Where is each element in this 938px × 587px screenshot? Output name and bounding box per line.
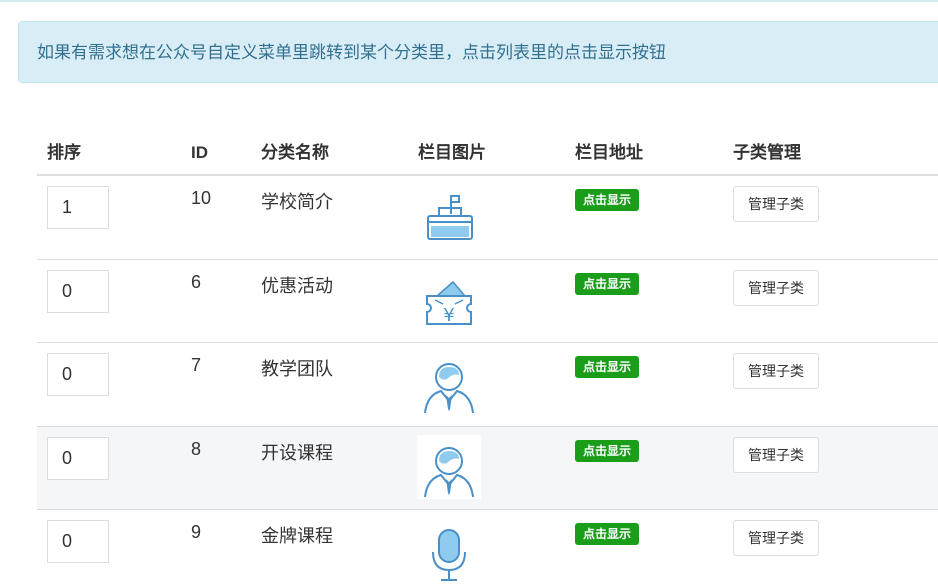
- svg-text:¥: ¥: [443, 305, 454, 326]
- table-row: 7 教学团队 点击显示 管理子类: [37, 342, 938, 425]
- order-input[interactable]: [47, 186, 109, 229]
- column-header-order: 排序: [47, 143, 81, 162]
- manage-subcategory-button[interactable]: 管理子类: [733, 270, 819, 306]
- show-url-button[interactable]: 点击显示: [575, 189, 640, 211]
- row-id: 7: [191, 355, 202, 375]
- order-input[interactable]: [47, 353, 109, 396]
- row-id: 6: [191, 272, 202, 292]
- top-divider: [0, 0, 938, 2]
- show-url-button[interactable]: 点击显示: [575, 440, 640, 462]
- manage-subcategory-button[interactable]: 管理子类: [733, 186, 819, 222]
- row-name: 优惠活动: [261, 276, 333, 296]
- row-id: 8: [191, 439, 202, 459]
- manage-subcategory-button[interactable]: 管理子类: [733, 353, 819, 389]
- coupon-ticket-icon: ¥: [417, 268, 481, 332]
- show-url-button[interactable]: 点击显示: [575, 356, 640, 378]
- row-id: 9: [191, 522, 202, 542]
- teacher-person-icon: [417, 351, 481, 415]
- row-name: 教学团队: [261, 359, 333, 379]
- manage-subcategory-button[interactable]: 管理子类: [733, 437, 819, 473]
- row-name: 开设课程: [261, 443, 333, 463]
- row-id: 10: [191, 188, 212, 208]
- notice-text: 如果有需求想在公众号自定义菜单里跳转到某个分类里，点击列表里的点击显示按钮: [37, 43, 666, 62]
- microphone-icon: [417, 518, 481, 582]
- manage-subcategory-button[interactable]: 管理子类: [733, 520, 819, 556]
- order-input[interactable]: [47, 270, 109, 313]
- column-header-name: 分类名称: [261, 143, 329, 162]
- order-input[interactable]: [47, 520, 109, 563]
- table-row: 8 开设课程 点击显示 管理子类: [37, 426, 938, 509]
- school-building-icon: [417, 184, 481, 248]
- column-header-image: 栏目图片: [418, 143, 486, 162]
- row-name: 金牌课程: [261, 526, 333, 546]
- order-input[interactable]: [47, 437, 109, 480]
- info-notice: 如果有需求想在公众号自定义菜单里跳转到某个分类里，点击列表里的点击显示按钮: [18, 21, 938, 83]
- column-header-children: 子类管理: [733, 143, 801, 162]
- row-name: 学校简介: [261, 192, 333, 212]
- teacher-person-icon: [417, 435, 481, 499]
- show-url-button[interactable]: 点击显示: [575, 523, 640, 545]
- table-row: 9 金牌课程 点击显示 管理子类: [37, 509, 938, 587]
- show-url-button[interactable]: 点击显示: [575, 273, 640, 295]
- table-row: 6 优惠活动 ¥ 点击显示 管理子类: [37, 259, 938, 342]
- column-header-id: ID: [191, 143, 208, 162]
- column-header-url: 栏目地址: [575, 143, 643, 162]
- table-row: 10 学校简介 点击显示 管理子类: [37, 176, 938, 259]
